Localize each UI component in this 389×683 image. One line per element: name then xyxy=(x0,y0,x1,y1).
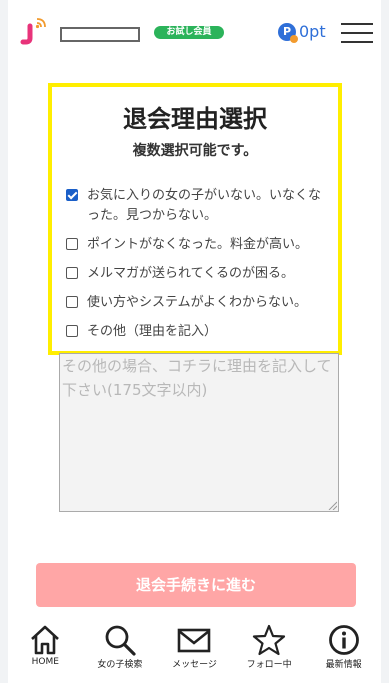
bottom-nav: HOME 女の子検索 メッセージ フォロー中 最新情報 xyxy=(8,620,381,683)
reason-checkbox[interactable] xyxy=(66,325,78,337)
reason-option[interactable]: ポイントがなくなった。料金が高い。 xyxy=(66,235,328,255)
points-display[interactable]: P 0pt xyxy=(278,22,326,43)
nav-label: 最新情報 xyxy=(325,660,362,670)
proceed-withdrawal-button[interactable]: 退会手続きに進む xyxy=(36,563,356,607)
reason-label: お気に入りの女の子がいない。いなくなった。見つからない。 xyxy=(87,188,322,223)
reason-label: 使い方やシステムがよくわからない。 xyxy=(87,295,307,310)
nav-item-messages[interactable]: メッセージ xyxy=(159,620,229,683)
reason-options: お気に入りの女の子がいない。いなくなった。見つからない。 ポイントがなくなった。… xyxy=(66,186,328,351)
reason-label: メルマガが送られてくるのが困る。 xyxy=(87,266,294,281)
point-icon-letter: P xyxy=(282,24,292,38)
nav-label: 女の子検索 xyxy=(97,660,143,670)
info-icon xyxy=(328,625,359,655)
page-title: 退会理由選択 xyxy=(123,105,267,133)
reason-checkbox[interactable] xyxy=(66,189,78,201)
reason-checkbox[interactable] xyxy=(66,267,78,279)
menu-icon[interactable] xyxy=(341,23,373,43)
nav-label: メッセージ xyxy=(172,660,217,670)
nav-item-home[interactable]: HOME xyxy=(10,620,80,683)
app-screen: お試し会員 P 0pt 退会理由選択 複数選択可能です。 お気に入りの女の子がい… xyxy=(8,0,381,683)
reason-option[interactable]: お気に入りの女の子がいない。いなくなった。見つからない。 xyxy=(66,186,328,226)
reason-panel: 退会理由選択 複数選択可能です。 お気に入りの女の子がいない。いなくなった。見つ… xyxy=(48,83,342,355)
nav-label: フォロー中 xyxy=(246,660,292,670)
reason-label: ポイントがなくなった。料金が高い。 xyxy=(87,237,309,252)
member-status-badge: お試し会員 xyxy=(154,26,224,39)
search-icon xyxy=(105,625,136,656)
reason-checkbox[interactable] xyxy=(66,296,78,308)
mail-icon xyxy=(178,628,211,653)
username-box xyxy=(60,27,140,42)
reason-option[interactable]: メルマガが送られてくるのが困る。 xyxy=(66,264,328,284)
point-icon-dot xyxy=(290,34,298,43)
reason-option[interactable]: その他（理由を記入） xyxy=(66,322,328,342)
page-subtitle: 複数選択可能です。 xyxy=(132,143,258,159)
other-reason-input[interactable] xyxy=(59,353,339,512)
reason-checkbox[interactable] xyxy=(66,238,78,250)
home-icon xyxy=(31,625,60,655)
nav-item-search[interactable]: 女の子検索 xyxy=(85,620,155,683)
nav-label: HOME xyxy=(31,657,59,667)
logo-icon[interactable] xyxy=(20,14,50,48)
nav-item-following[interactable]: フォロー中 xyxy=(234,620,304,683)
nav-item-news[interactable]: 最新情報 xyxy=(309,620,379,683)
reason-option[interactable]: 使い方やシステムがよくわからない。 xyxy=(66,293,328,313)
points-value: 0pt xyxy=(299,22,326,41)
point-icon: P xyxy=(278,22,298,43)
reason-label: その他（理由を記入） xyxy=(87,324,218,339)
star-icon xyxy=(252,624,286,656)
